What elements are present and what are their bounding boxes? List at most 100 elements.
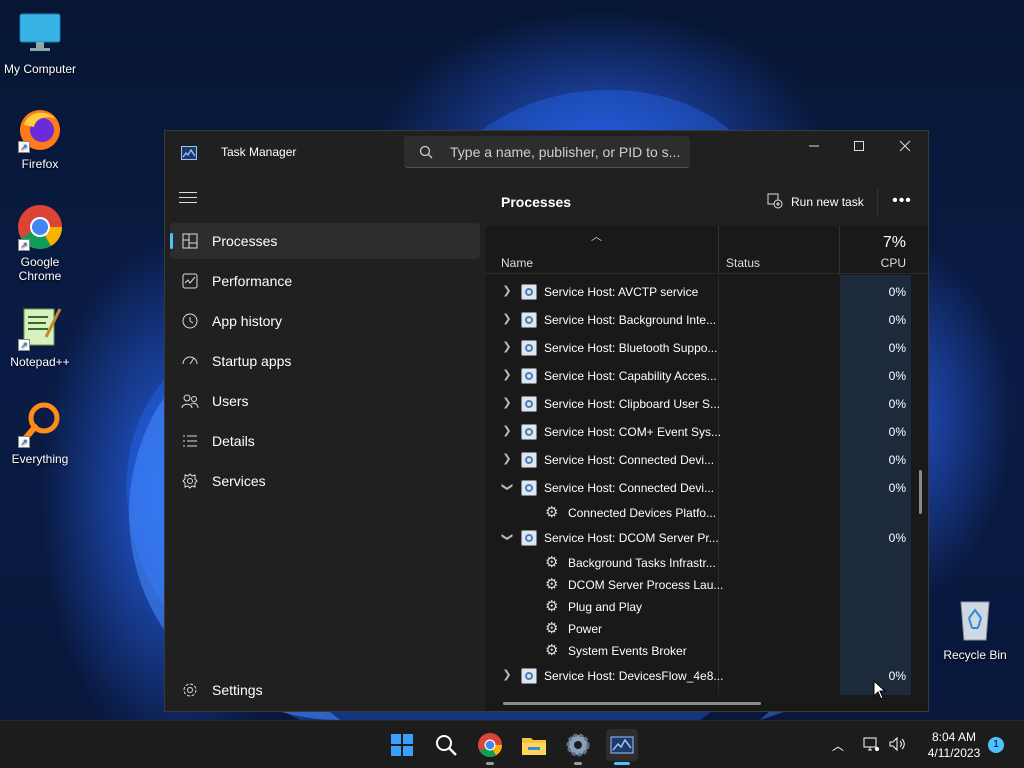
volume-icon[interactable]	[888, 735, 906, 753]
sidebar-item-label: Startup apps	[212, 353, 292, 369]
process-name: Service Host: Capability Acces...	[544, 369, 717, 383]
process-name: Service Host: AVCTP service	[544, 285, 699, 299]
chevron-right-icon[interactable]: ❯	[501, 368, 513, 382]
chevron-right-icon[interactable]: ❯	[501, 340, 513, 354]
taskbar-task-manager[interactable]	[606, 729, 638, 765]
column-name[interactable]: Name	[501, 256, 533, 270]
desktop-icon-notepadpp[interactable]: ↗ Notepad++	[0, 303, 80, 369]
sidebar-item-label: Services	[212, 473, 266, 489]
table-row[interactable]: ❯ Service Host: Connected Devi... 0%	[485, 474, 911, 502]
show-hidden-icons-icon[interactable]: ︿	[832, 737, 844, 754]
app-history-icon	[182, 313, 198, 329]
table-row[interactable]: ❯ Service Host: Connected Devi... 0%	[485, 446, 911, 474]
taskbar-search-button[interactable]	[430, 729, 462, 761]
clock-date: 4/11/2023	[927, 746, 981, 760]
shortcut-arrow-icon: ↗	[18, 339, 30, 351]
table-row-child[interactable]: ⚙ Power	[485, 618, 911, 640]
table-row[interactable]: ❯ Service Host: Capability Acces... 0%	[485, 362, 911, 390]
sidebar-item-details[interactable]: Details	[170, 423, 480, 459]
column-status[interactable]: Status	[726, 256, 760, 270]
sidebar-item-settings[interactable]: Settings	[170, 672, 480, 708]
chevron-right-icon[interactable]: ❯	[501, 424, 513, 438]
service-host-icon	[521, 452, 537, 468]
desktop-icon-firefox[interactable]: ↗ Firefox	[0, 105, 80, 171]
desktop-icon-chrome[interactable]: ↗ Google Chrome	[0, 203, 80, 283]
services-icon	[182, 473, 198, 489]
shortcut-arrow-icon: ↗	[18, 141, 30, 153]
taskbar-settings[interactable]	[562, 729, 594, 765]
notepadpp-icon: ↗	[16, 303, 64, 351]
chrome-icon: ↗	[16, 203, 64, 251]
start-icon	[391, 734, 413, 756]
chevron-down-icon[interactable]: ❯	[500, 531, 514, 543]
clock-time: 8:04 AM	[931, 730, 977, 744]
sidebar-item-services[interactable]: Services	[170, 463, 480, 499]
recycle-bin-icon	[951, 596, 999, 644]
sidebar-item-processes[interactable]: Processes	[170, 223, 480, 259]
table-row[interactable]: ❯ Service Host: AVCTP service 0%	[485, 278, 911, 306]
table-row-child[interactable]: ⚙ Plug and Play	[485, 596, 911, 618]
service-name: Plug and Play	[568, 600, 643, 614]
service-host-icon	[521, 480, 537, 496]
table-row[interactable]: ❯ Service Host: Clipboard User S... 0%	[485, 390, 911, 418]
vertical-scrollbar[interactable]	[919, 470, 922, 514]
desktop-icon-everything[interactable]: ↗ Everything	[0, 400, 80, 466]
search-box[interactable]	[404, 136, 690, 168]
details-icon	[183, 435, 197, 447]
chevron-right-icon[interactable]: ❯	[501, 396, 513, 410]
chevron-right-icon[interactable]: ❯	[501, 452, 513, 466]
network-icon[interactable]	[862, 735, 880, 753]
notification-badge[interactable]: 1	[988, 737, 1004, 753]
sidebar-item-users[interactable]: Users	[170, 383, 480, 419]
search-input[interactable]	[450, 142, 680, 162]
task-manager-window: Task Manager Processes Performance App h…	[164, 130, 929, 712]
close-button[interactable]	[882, 131, 928, 163]
title-bar[interactable]: Task Manager	[165, 131, 928, 176]
taskbar-file-explorer[interactable]	[518, 729, 550, 761]
sidebar-item-performance[interactable]: Performance	[170, 263, 480, 299]
start-button[interactable]	[386, 729, 418, 761]
taskbar-chrome[interactable]	[474, 729, 506, 765]
process-cpu: 0%	[888, 285, 906, 299]
chevron-right-icon[interactable]: ❯	[501, 312, 513, 326]
chevron-right-icon[interactable]: ❯	[501, 284, 513, 298]
table-row-child[interactable]: ⚙ System Events Broker	[485, 640, 911, 662]
table-row-child[interactable]: ⚙ DCOM Server Process Lau...	[485, 574, 911, 596]
maximize-button[interactable]	[836, 131, 882, 163]
more-options-button[interactable]: •••	[889, 192, 915, 212]
chevron-right-icon[interactable]: ❯	[501, 668, 513, 682]
desktop-icon-my-computer[interactable]: My Computer	[0, 10, 80, 76]
table-row[interactable]: ❯ Service Host: DCOM Server Pr... 0%	[485, 524, 911, 552]
window-title: Task Manager	[221, 145, 297, 159]
desktop-icon-label: Notepad++	[10, 355, 70, 369]
horizontal-scrollbar[interactable]	[503, 702, 761, 705]
table-row[interactable]: ❯ Service Host: Background Inte... 0%	[485, 306, 911, 334]
table-row[interactable]: ❯ Service Host: Bluetooth Suppo... 0%	[485, 334, 911, 362]
desktop-icon-recycle-bin[interactable]: Recycle Bin	[935, 596, 1015, 662]
process-name: Service Host: Connected Devi...	[544, 453, 715, 467]
hamburger-menu-icon[interactable]	[179, 192, 197, 206]
settings-icon	[566, 733, 590, 757]
gear-icon: ⚙	[545, 554, 559, 571]
maximize-icon	[854, 141, 864, 151]
running-indicator	[614, 762, 630, 765]
task-manager-icon	[181, 146, 197, 160]
column-cpu[interactable]: CPU	[840, 256, 906, 270]
table-row-child[interactable]: ⚙ Background Tasks Infrastr...	[485, 552, 911, 574]
table-row[interactable]: ❯ Service Host: DevicesFlow_4e8... 0%	[485, 662, 911, 690]
table-row-child[interactable]: ⚙ Connected Devices Platfo...	[485, 502, 911, 524]
table-row[interactable]: ❯ Service Host: COM+ Event Sys... 0%	[485, 418, 911, 446]
minimize-button[interactable]	[791, 131, 837, 163]
clock[interactable]: 8:04 AM 4/11/2023	[916, 729, 992, 761]
settings-icon	[183, 683, 197, 697]
mouse-cursor-icon	[873, 680, 887, 700]
sort-ascending-icon: ︿	[591, 231, 602, 243]
chevron-down-icon[interactable]: ❯	[500, 481, 514, 493]
sidebar-item-app-history[interactable]: App history	[170, 303, 480, 339]
minimize-icon	[809, 145, 819, 147]
sidebar-item-label: App history	[212, 313, 283, 329]
gear-icon: ⚙	[545, 598, 559, 615]
service-name: Power	[568, 622, 603, 636]
process-cpu: 0%	[888, 481, 906, 495]
sidebar-item-startup-apps[interactable]: Startup apps	[170, 343, 480, 379]
